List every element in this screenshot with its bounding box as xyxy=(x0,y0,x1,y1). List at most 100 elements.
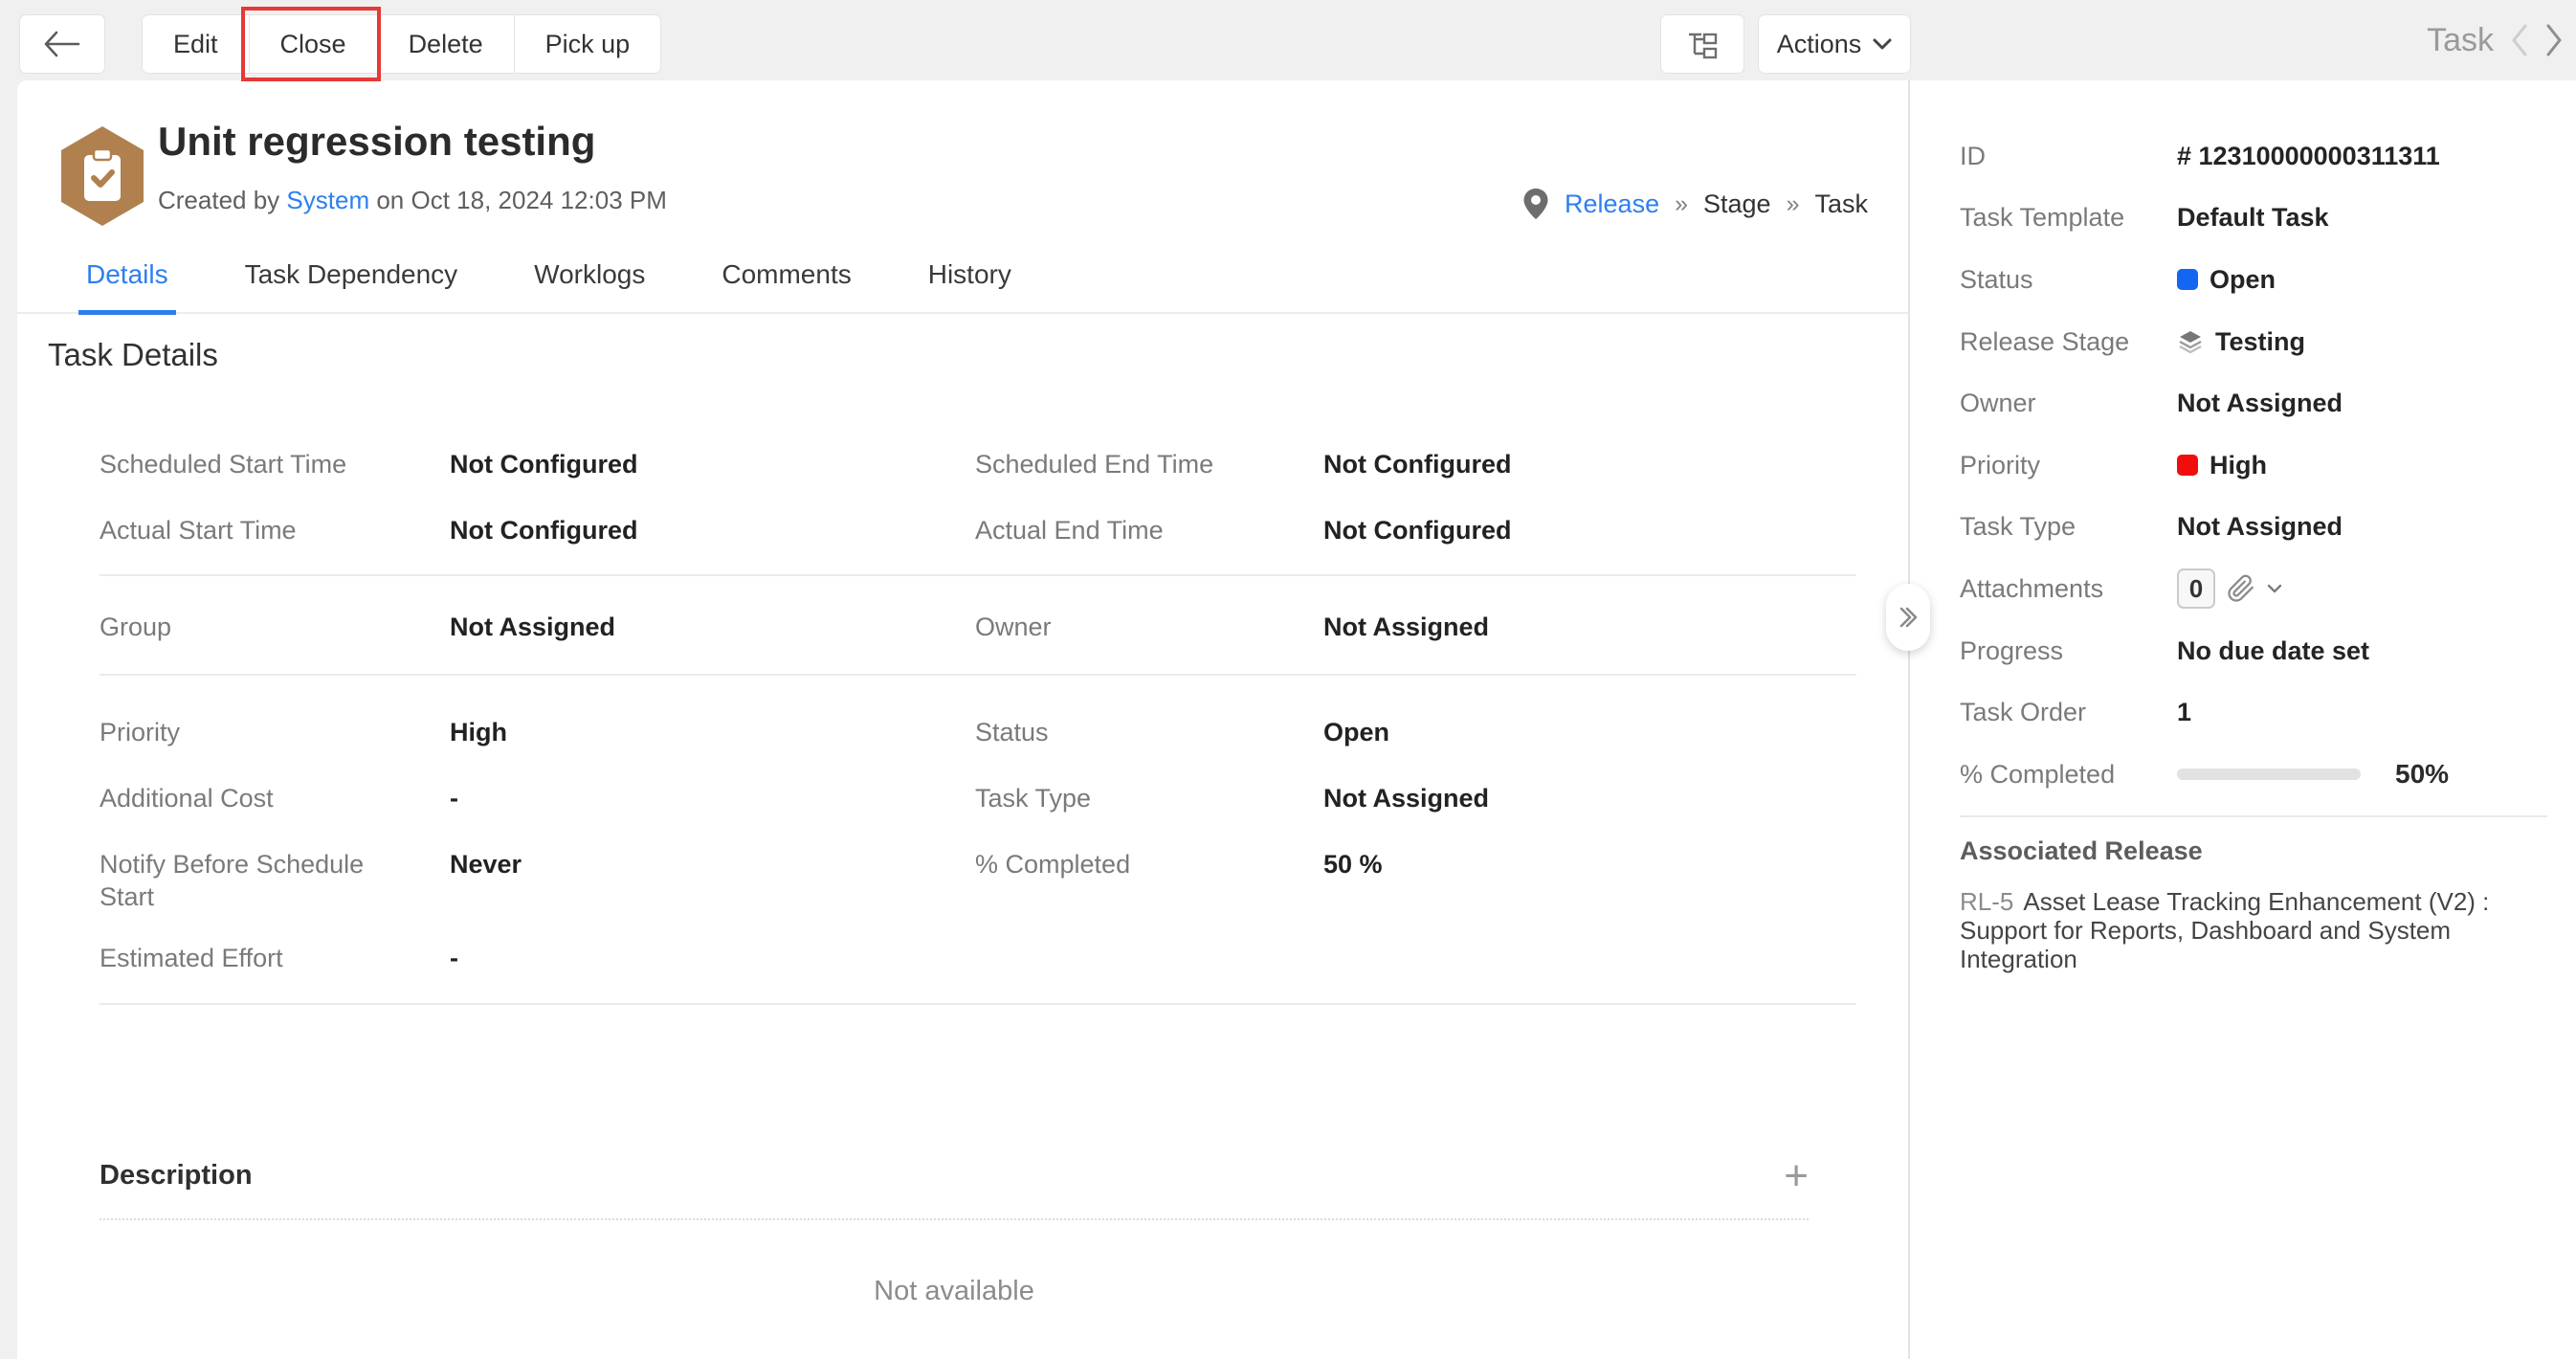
sidebar-row-task-order: Task Order 1 xyxy=(1960,681,2547,744)
tab-worklogs[interactable]: Worklogs xyxy=(534,236,645,313)
created-suffix: on Oct 18, 2024 12:03 PM xyxy=(376,186,667,214)
field-label: Scheduled End Time xyxy=(975,448,1272,480)
task-fields: Scheduled Start Time Not Configured Sche… xyxy=(100,442,1856,1005)
sidebar-row-owner: Owner Not Assigned xyxy=(1960,372,2547,434)
field-label: Actual End Time xyxy=(975,514,1272,546)
field-label: Priority xyxy=(100,716,396,748)
tab-task-dependency[interactable]: Task Dependency xyxy=(245,236,458,313)
close-button[interactable]: Close xyxy=(249,14,378,74)
next-task-button[interactable] xyxy=(2545,24,2563,56)
associated-release-item[interactable]: RL-5Asset Lease Tracking Enhancement (V2… xyxy=(1960,887,2547,973)
map-pin-icon xyxy=(1522,188,1549,220)
sidebar-value: 50% xyxy=(2177,759,2449,790)
sidebar-value: Not Assigned xyxy=(2177,512,2343,542)
sidebar-label: Release Stage xyxy=(1960,327,2177,357)
status-color-swatch xyxy=(2177,269,2198,290)
field-value: Not Configured xyxy=(450,448,975,480)
status-text: Open xyxy=(2210,265,2276,295)
release-stage-text: Testing xyxy=(2215,327,2305,357)
field-value: Open xyxy=(1323,716,1856,748)
task-detail-panel: Unit regression testing Created by Syste… xyxy=(17,80,1908,1359)
sidebar-value: Default Task xyxy=(2177,203,2329,233)
field-row: Priority High Status Open xyxy=(100,712,1856,778)
priority-text: High xyxy=(2210,451,2267,480)
double-chevron-right-icon xyxy=(1897,605,1920,630)
field-row: Additional Cost - Task Type Not Assigned xyxy=(100,778,1856,844)
field-row: Notify Before Schedule Start Never % Com… xyxy=(100,844,1856,938)
release-name: Asset Lease Tracking Enhancement (V2) : … xyxy=(1960,887,2489,973)
priority-color-swatch xyxy=(2177,455,2198,476)
sidebar-label: Progress xyxy=(1960,636,2177,666)
attachments-chevron-down-icon[interactable] xyxy=(2267,584,2282,594)
field-value: 50 % xyxy=(1323,848,1856,880)
sidebar-label: Task Type xyxy=(1960,512,2177,542)
sidebar-value: # 12310000000311311 xyxy=(2177,142,2440,171)
breadcrumb-separator: » xyxy=(1675,190,1688,218)
layers-stage-icon xyxy=(2177,328,2204,355)
sidebar-value[interactable]: High xyxy=(2177,451,2267,480)
associated-release-title: Associated Release xyxy=(1960,836,2547,866)
field-label: Status xyxy=(975,716,1272,748)
tab-bar: Details Task Dependency Worklogs Comment… xyxy=(17,237,1908,314)
field-value: - xyxy=(450,942,975,974)
field-label: Owner xyxy=(975,611,1272,643)
field-label: Additional Cost xyxy=(100,782,396,814)
attachment-count-badge: 0 xyxy=(2177,568,2215,609)
completion-progress-bar[interactable] xyxy=(2177,769,2361,780)
top-toolbar: Edit Close Delete Pick up Actions Task xyxy=(0,0,2576,80)
description-section: Description + Not available xyxy=(100,1160,1809,1307)
field-label: Actual Start Time xyxy=(100,514,396,546)
tree-hierarchy-icon xyxy=(1686,29,1719,59)
field-label: Scheduled Start Time xyxy=(100,448,396,480)
breadcrumb-release-link[interactable]: Release xyxy=(1565,189,1659,219)
hierarchy-view-button[interactable] xyxy=(1660,14,1744,74)
sidebar-row-release-stage: Release Stage Testing xyxy=(1960,311,2547,373)
sidebar-row-progress: Progress No due date set xyxy=(1960,620,2547,682)
sidebar-value: 1 xyxy=(2177,698,2191,727)
delete-button[interactable]: Delete xyxy=(377,14,515,74)
breadcrumb: Release » Stage » Task xyxy=(1522,188,1868,220)
tab-comments[interactable]: Comments xyxy=(722,236,851,313)
add-description-button[interactable]: + xyxy=(1784,1162,1809,1191)
sidebar-label: Task Order xyxy=(1960,698,2177,727)
sidebar-value[interactable]: Open xyxy=(2177,265,2276,295)
edit-button[interactable]: Edit xyxy=(142,14,250,74)
sidebar-row-percent-completed: % Completed 50% xyxy=(1960,744,2547,806)
sidebar-label: Task Template xyxy=(1960,203,2177,233)
pickup-button[interactable]: Pick up xyxy=(514,14,662,74)
task-action-buttons: Edit Close Delete Pick up xyxy=(142,14,661,74)
field-value: High xyxy=(450,716,975,748)
tab-details[interactable]: Details xyxy=(86,236,168,313)
created-prefix: Created by xyxy=(158,186,279,214)
sidebar-row-attachments: Attachments 0 xyxy=(1960,558,2547,620)
tab-history[interactable]: History xyxy=(928,236,1011,313)
task-type-icon xyxy=(56,124,149,228)
sidebar-row-priority: Priority High xyxy=(1960,434,2547,497)
pager-title: Task xyxy=(2427,22,2494,59)
back-button[interactable] xyxy=(19,14,105,74)
sidebar-label: Owner xyxy=(1960,389,2177,418)
field-value: Not Assigned xyxy=(1323,782,1856,814)
actions-label: Actions xyxy=(1777,30,1862,59)
page: Edit Close Delete Pick up Actions Task xyxy=(0,0,2576,1359)
created-by-user-link[interactable]: System xyxy=(286,186,369,214)
actions-menu-button[interactable]: Actions xyxy=(1758,14,1911,74)
description-title: Description xyxy=(100,1160,253,1192)
field-value: Not Configured xyxy=(1323,448,1856,480)
paperclip-icon[interactable] xyxy=(2227,574,2255,603)
release-id: RL-5 xyxy=(1960,887,2013,916)
divider xyxy=(1960,815,2547,817)
previous-task-button[interactable] xyxy=(2511,24,2528,56)
sidebar-value: Not Assigned xyxy=(2177,389,2343,418)
field-value: Not Configured xyxy=(1323,514,1856,546)
field-value: Not Assigned xyxy=(450,611,975,643)
field-label: Estimated Effort xyxy=(100,942,396,974)
breadcrumb-stage[interactable]: Stage xyxy=(1703,189,1771,219)
field-row: Scheduled Start Time Not Configured Sche… xyxy=(100,442,1856,508)
section-title: Task Details xyxy=(48,337,218,373)
sidebar-label: Attachments xyxy=(1960,574,2177,604)
created-by-line: Created by System on Oct 18, 2024 12:03 … xyxy=(158,186,667,215)
sidebar-collapse-button[interactable] xyxy=(1886,584,1930,651)
sidebar-value: 0 xyxy=(2177,568,2282,609)
breadcrumb-task[interactable]: Task xyxy=(1814,189,1868,219)
